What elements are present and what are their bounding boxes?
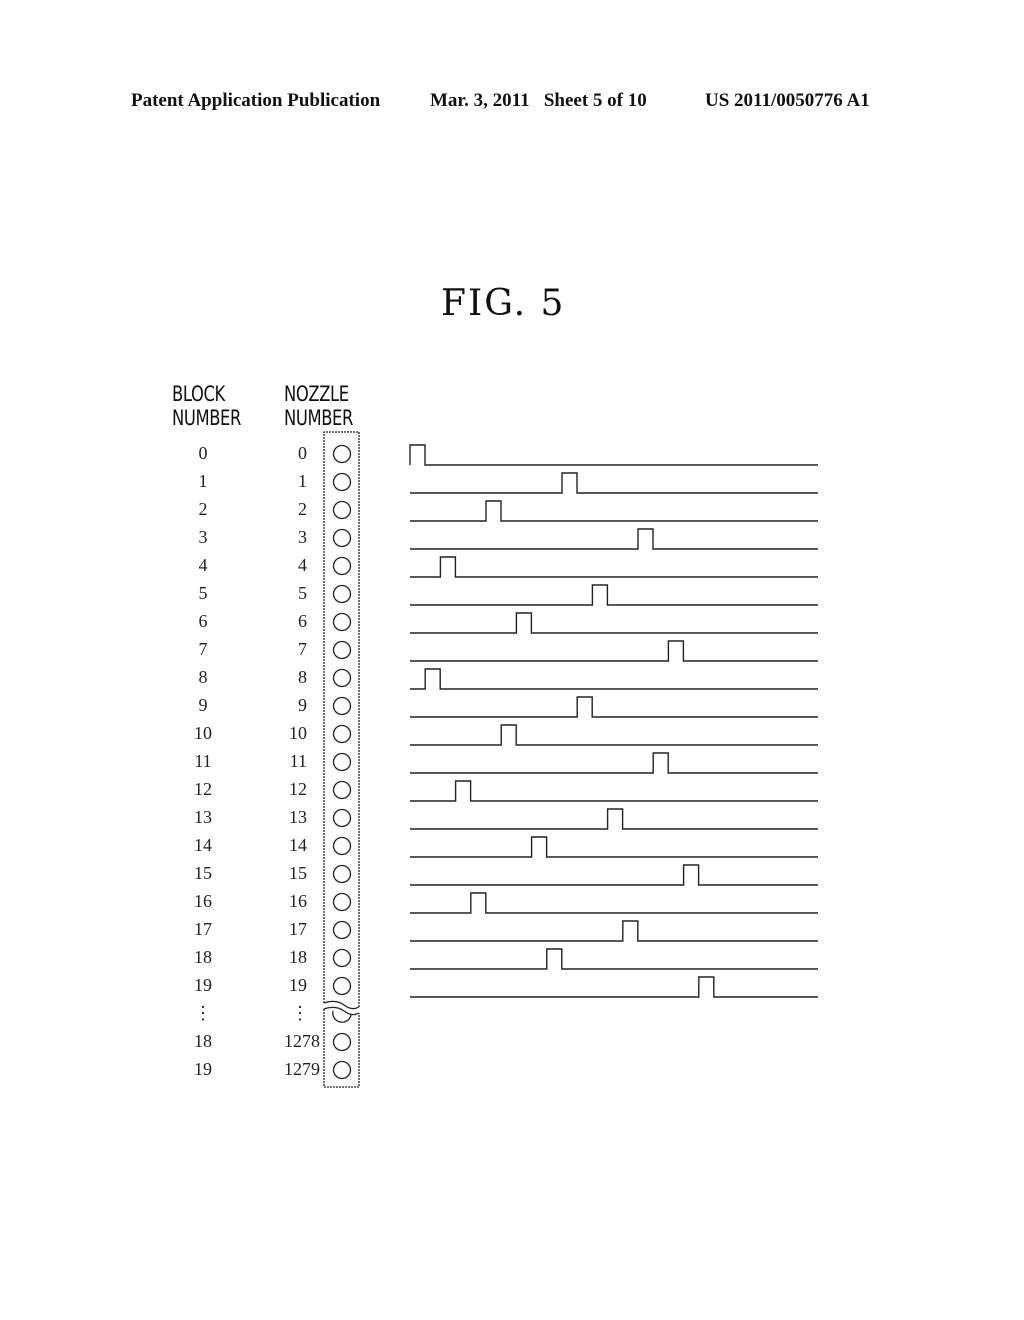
- drive-pulse-waveform: [410, 892, 818, 914]
- nozzle-timing-diagram: 0 01 12 23 34 45 56 67 78 89 910 1011 1112 1213 1314 14…: [194, 431, 818, 1088]
- nozzle-circle-icon: [332, 1060, 352, 1080]
- drive-pulse-waveform: [410, 780, 818, 802]
- block-number: 13: [194, 807, 212, 827]
- block-number: 10: [194, 723, 212, 743]
- block-number: 16: [194, 891, 212, 911]
- drive-pulse-waveform: [410, 696, 818, 718]
- nozzle-circle-icon: [332, 584, 352, 604]
- drive-pulse-waveform: [410, 948, 818, 970]
- drive-pulse-waveform: [410, 584, 818, 606]
- drive-pulse-waveform: [410, 472, 818, 494]
- block-number: 5: [199, 583, 208, 603]
- nozzle-number: 1279: [284, 1059, 320, 1079]
- drive-pulse-waveform: [410, 724, 818, 746]
- nozzle-circle-icon: [332, 472, 352, 492]
- nozzle-number: 14: [289, 835, 307, 855]
- nozzle-number: 11: [290, 751, 307, 771]
- nozzle-circle-icon: [332, 724, 352, 744]
- nozzle-number: 4: [298, 555, 307, 575]
- nozzle-number: 5: [298, 583, 307, 603]
- nozzle-circle-icon: [332, 500, 352, 520]
- nozzle-number: 9: [298, 695, 307, 715]
- block-number: 18: [194, 947, 212, 967]
- nozzle-number: 12: [289, 779, 307, 799]
- block-number: 19: [194, 1059, 212, 1079]
- block-number: 12: [194, 779, 212, 799]
- nozzle-circle-icon: [332, 752, 352, 772]
- nozzle-number: 10: [289, 723, 307, 743]
- block-number: 4: [199, 555, 208, 575]
- drive-pulse-waveform: [410, 500, 818, 522]
- nozzle-circle-icon: [332, 1032, 352, 1052]
- nozzle-circle-icon: [332, 808, 352, 828]
- nozzle-ellipsis: ⋮: [291, 1003, 309, 1023]
- block-number: 2: [199, 499, 208, 519]
- block-number: 6: [199, 611, 208, 631]
- nozzle-number: 2: [298, 499, 307, 519]
- drive-pulse-waveform: [409, 444, 818, 466]
- nozzle-number: 19: [289, 975, 307, 995]
- nozzle-circle-icon: [332, 640, 352, 660]
- nozzle-number: 6: [298, 611, 307, 631]
- nozzle-circle-icon: [332, 556, 352, 576]
- nozzle-number: 3: [298, 527, 307, 547]
- nozzle-circle-icon: [332, 444, 352, 464]
- drive-pulse-waveform: [410, 668, 818, 690]
- block-number: 3: [199, 527, 208, 547]
- nozzle-number: 7: [298, 639, 307, 659]
- block-number: 0: [199, 443, 208, 463]
- nozzle-column-lower-box: [323, 1009, 360, 1088]
- block-number: 17: [194, 919, 212, 939]
- drive-pulse-waveform: [410, 864, 818, 886]
- block-number: 14: [194, 835, 212, 855]
- nozzle-circle-icon: [332, 892, 352, 912]
- drive-pulse-waveform: [410, 808, 818, 830]
- drive-pulse-waveform: [410, 920, 818, 942]
- nozzle-circle-icon: [332, 836, 352, 856]
- nozzle-number: 16: [289, 891, 307, 911]
- nozzle-circle-icon: [332, 780, 352, 800]
- drive-pulse-waveform: [410, 528, 818, 550]
- nozzle-number: 18: [289, 947, 307, 967]
- drive-pulse-waveform: [410, 836, 818, 858]
- nozzle-circle-icon: [332, 948, 352, 968]
- nozzle-circle-icon: [332, 668, 352, 688]
- block-number: 8: [199, 667, 208, 687]
- nozzle-circle-partial-icon: [332, 1010, 352, 1023]
- drive-pulse-waveform: [410, 556, 818, 578]
- nozzle-number: 15: [289, 863, 307, 883]
- drive-pulse-waveform: [410, 640, 818, 662]
- block-number: 11: [194, 751, 211, 771]
- nozzle-circle-icon: [332, 528, 352, 548]
- block-number: 19: [194, 975, 212, 995]
- nozzle-circle-icon: [332, 920, 352, 940]
- nozzle-number: 13: [289, 807, 307, 827]
- nozzle-number: 1: [298, 471, 307, 491]
- nozzle-number: 8: [298, 667, 307, 687]
- block-ellipsis: ⋮: [194, 1003, 212, 1023]
- block-number: 9: [199, 695, 208, 715]
- nozzle-circle-icon: [332, 696, 352, 716]
- nozzle-number: 17: [289, 919, 307, 939]
- drive-pulse-waveform: [410, 612, 818, 634]
- block-number: 1: [199, 471, 208, 491]
- nozzle-number: 0: [298, 443, 307, 463]
- nozzle-number: 1278: [284, 1031, 320, 1051]
- block-number: 7: [199, 639, 208, 659]
- drive-pulse-waveform: [410, 976, 818, 998]
- drive-pulse-waveform: [410, 752, 818, 774]
- nozzle-circle-icon: [332, 864, 352, 884]
- nozzle-circle-icon: [332, 612, 352, 632]
- block-number: 15: [194, 863, 212, 883]
- nozzle-circle-icon: [332, 976, 352, 996]
- block-number: 18: [194, 1031, 212, 1051]
